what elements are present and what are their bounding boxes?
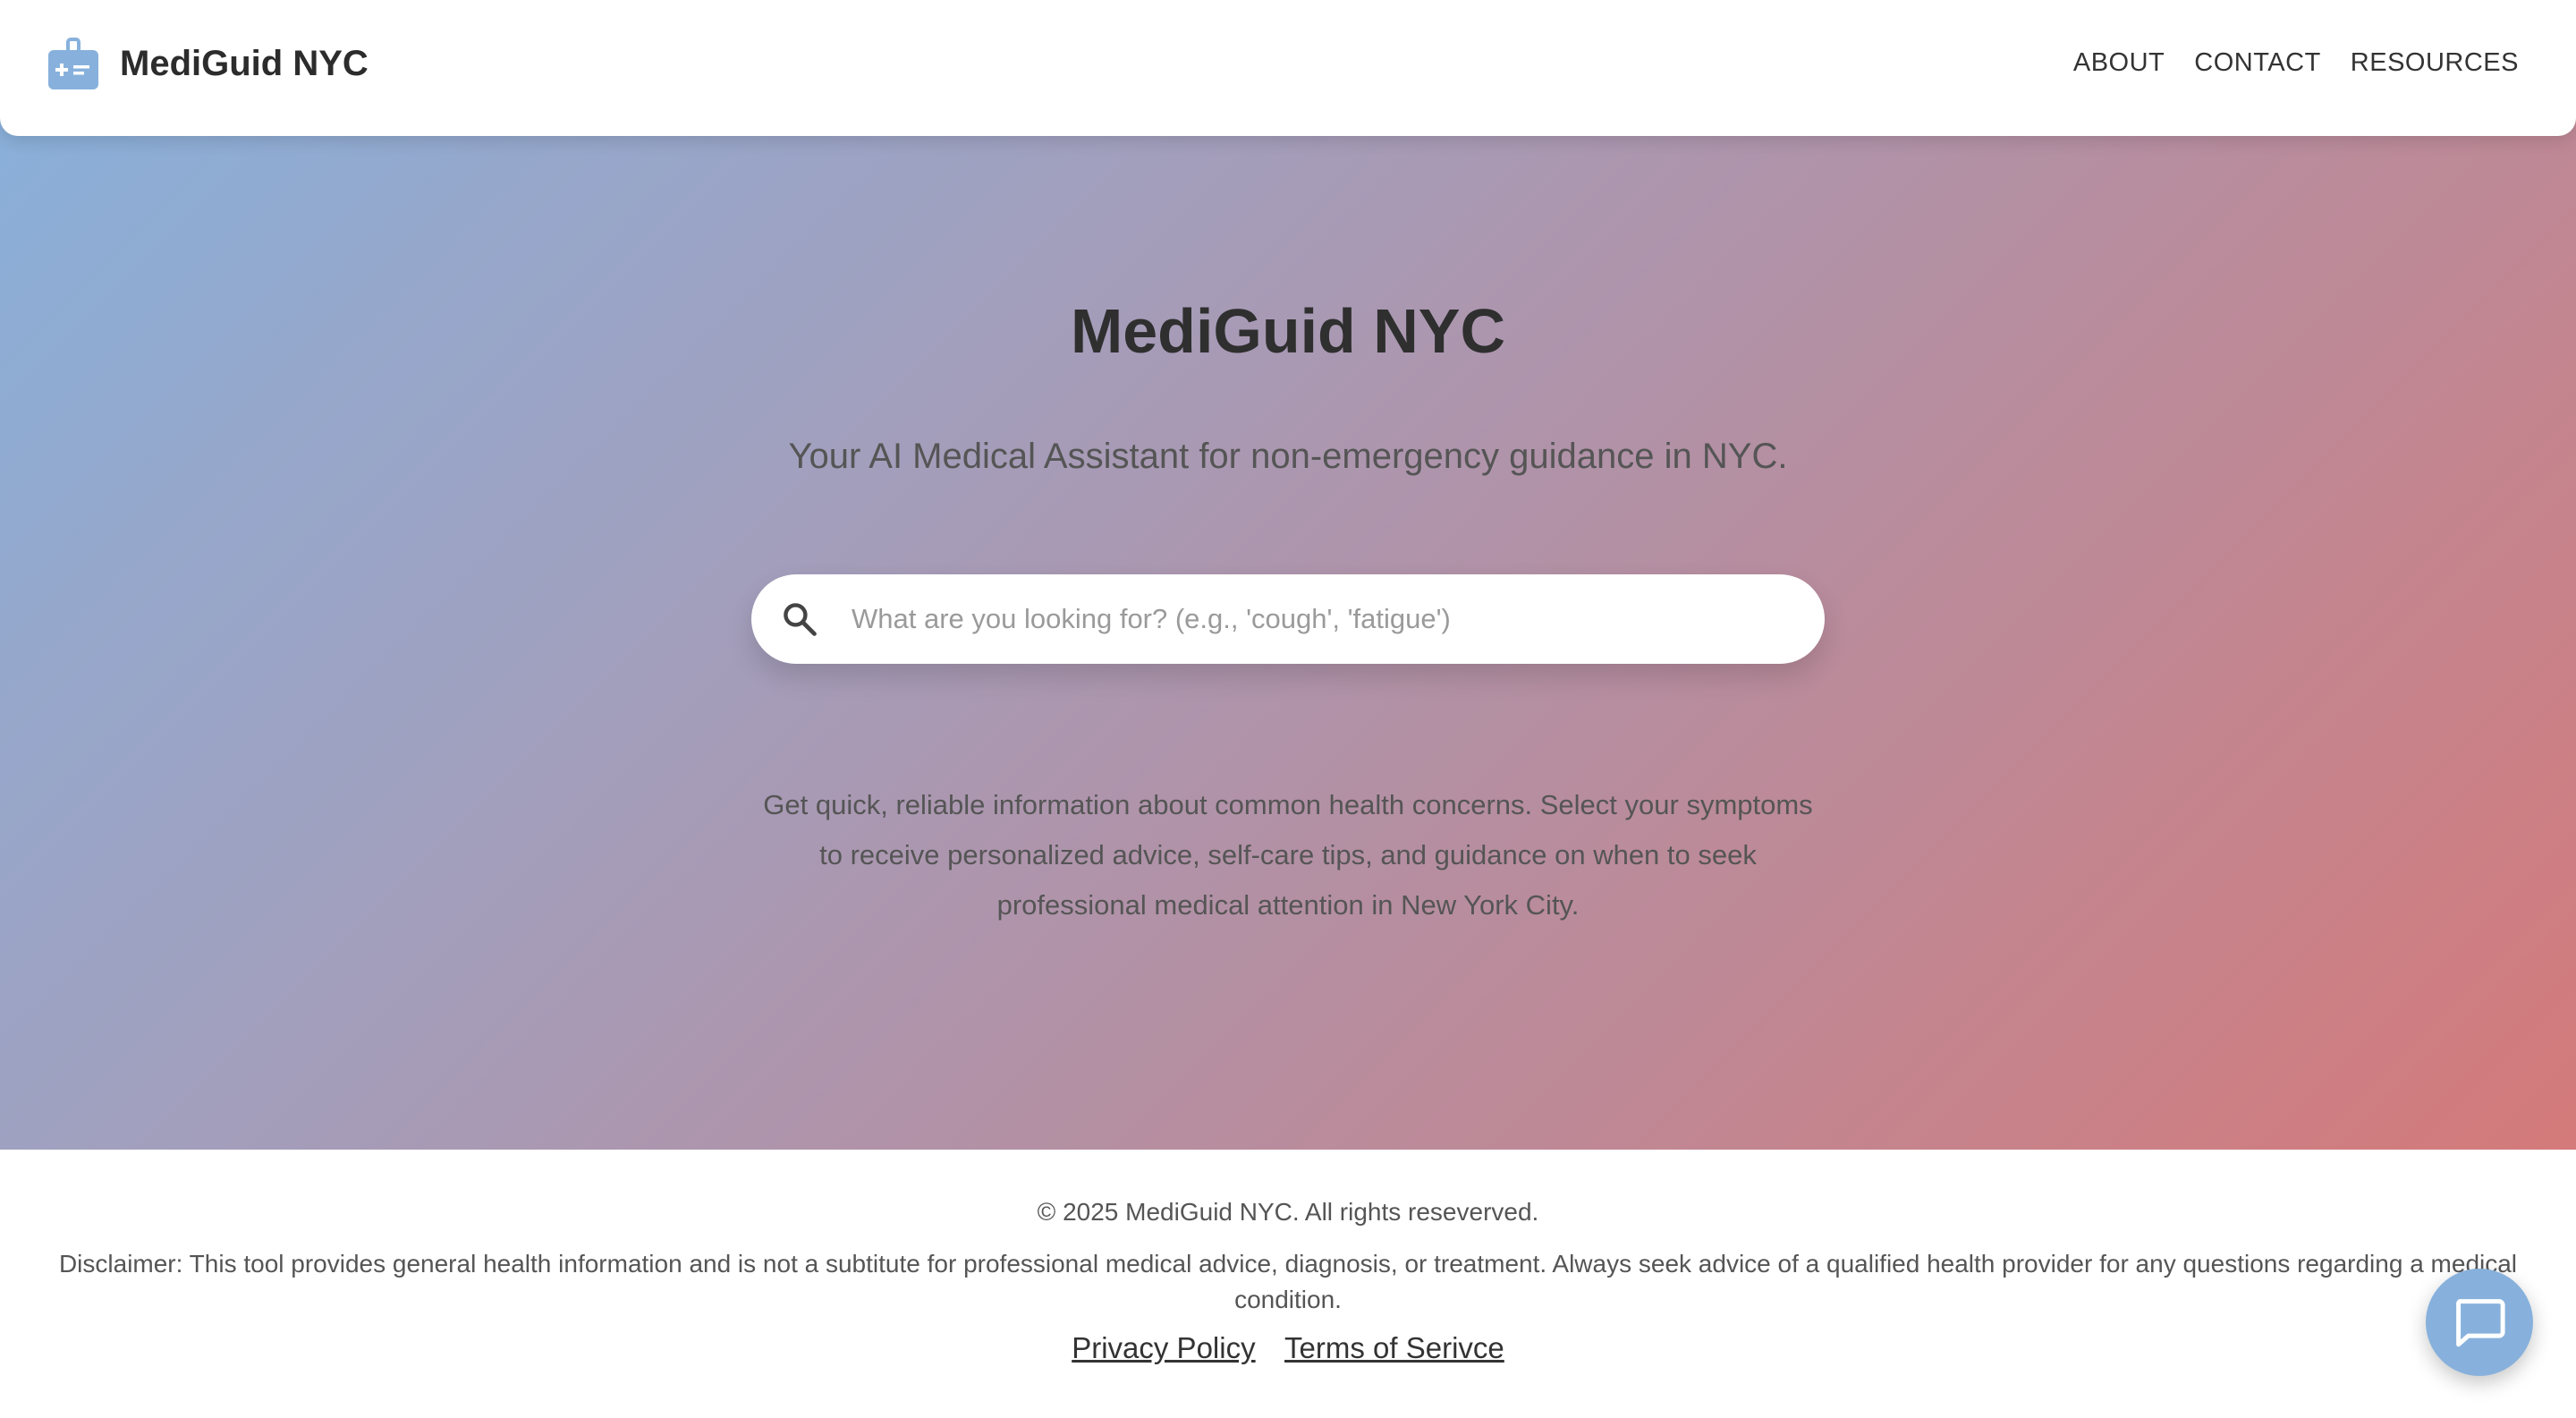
medical-kit-icon xyxy=(48,38,98,89)
nav-resources[interactable]: RESOURCES xyxy=(2351,48,2519,78)
hero-title: MediGuid NYC xyxy=(1070,296,1506,366)
terms-of-service-link[interactable]: Terms of Serivce xyxy=(1284,1331,1504,1364)
copyright-text: © 2025 MediGuid NYC. All rights reseverv… xyxy=(1037,1198,1539,1226)
privacy-policy-link[interactable]: Privacy Policy xyxy=(1072,1331,1255,1364)
chat-bubble-icon xyxy=(2456,1299,2505,1347)
footer: © 2025 MediGuid NYC. All rights reseverv… xyxy=(0,1150,2576,1418)
brand[interactable]: MediGuid NYC xyxy=(47,36,369,91)
nav-contact[interactable]: CONTACT xyxy=(2194,48,2321,78)
chat-button[interactable] xyxy=(2426,1269,2533,1376)
hero-subtitle: Your AI Medical Assistant for non-emerge… xyxy=(788,437,1788,476)
main-nav: ABOUT CONTACT RESOURCES xyxy=(2044,48,2519,78)
brand-name: MediGuid NYC xyxy=(120,43,369,83)
disclaimer-text: Disclaimer: This tool provides general h… xyxy=(58,1250,2518,1313)
footer-links: Privacy Policy Terms of Serivce xyxy=(0,1331,2576,1365)
hero-section: MediGuid NYC Your AI Medical Assistant f… xyxy=(0,0,2576,1150)
nav-about[interactable]: ABOUT xyxy=(2073,48,2165,78)
search-input[interactable] xyxy=(852,592,1791,646)
page: MediGuid NYC Your AI Medical Assistant f… xyxy=(0,0,2576,1418)
search-icon[interactable] xyxy=(780,599,819,639)
top-header: MediGuid NYC ABOUT CONTACT RESOURCES xyxy=(0,0,2576,136)
hero-description: Get quick, reliable information about co… xyxy=(763,789,1813,921)
search-bar[interactable] xyxy=(751,574,1825,664)
